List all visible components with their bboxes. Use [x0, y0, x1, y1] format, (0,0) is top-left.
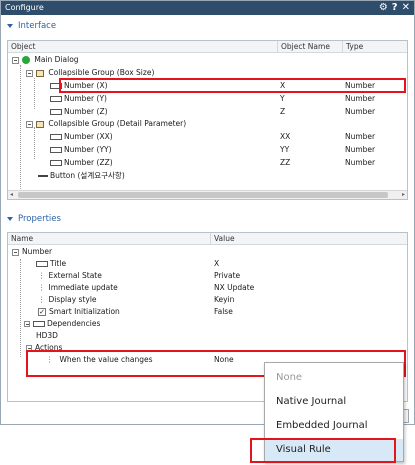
prop-row-external-state[interactable]: ⋮ External State Private [8, 270, 407, 282]
col-object[interactable]: Object [8, 41, 278, 53]
dropdown-option-none[interactable]: None [265, 367, 403, 389]
prop-row-immediate-update[interactable]: ⋮ Immediate update NX Update [8, 282, 407, 294]
tree-row-main-dialog[interactable]: Main Dialog [12, 54, 407, 66]
window-title: Configure [5, 3, 44, 12]
col-name[interactable]: Name [8, 233, 211, 245]
col-type[interactable]: Type [343, 41, 407, 53]
highlight-box-number-x [59, 78, 406, 93]
property-icon: ⋮ [38, 271, 46, 280]
help-icon[interactable]: ? [392, 1, 398, 15]
tree-row-number-z[interactable]: Number (Z) Z Number [8, 106, 407, 118]
scroll-right-icon[interactable]: ▸ [402, 191, 405, 198]
collapse-icon[interactable] [12, 248, 19, 256]
number-icon [36, 261, 48, 267]
interface-section-header[interactable]: Interface [7, 20, 56, 32]
group-icon [36, 120, 44, 128]
tree-row-button[interactable]: Button (설계요구사항) [8, 170, 407, 182]
properties-section-header[interactable]: Properties [7, 213, 61, 225]
dropdown-option-native-journal[interactable]: Native Journal [265, 391, 403, 413]
interface-tree[interactable]: Object Object Name Type Main Dialog Coll… [7, 40, 408, 200]
title-bar: Configure ⚙ ? ✕ [1, 1, 414, 15]
collapse-icon[interactable] [26, 69, 33, 77]
prop-row-display-style[interactable]: ⋮ Display style Keyin [8, 294, 407, 306]
number-icon [50, 134, 62, 140]
dependency-icon [33, 321, 45, 327]
collapse-triangle-icon [7, 217, 13, 221]
number-icon [50, 160, 62, 166]
dialog-icon [22, 56, 30, 64]
tree-row-number-yy[interactable]: Number (YY) YY Number [8, 144, 407, 156]
number-icon [50, 109, 62, 115]
checkbox-icon[interactable]: ✓ [38, 308, 46, 316]
highlight-box-visual-rule [250, 438, 396, 463]
number-icon [50, 147, 62, 153]
tree-row-group-detail[interactable]: Collapsible Group (Detail Parameter) [26, 118, 407, 130]
collapse-triangle-icon [7, 24, 13, 28]
collapse-icon[interactable] [26, 120, 33, 128]
col-value[interactable]: Value [211, 233, 407, 245]
tree-row-number-y[interactable]: Number (Y) Y Number [8, 93, 407, 105]
gear-icon[interactable]: ⚙ [379, 1, 388, 15]
scroll-left-icon[interactable]: ◂ [10, 191, 13, 198]
button-icon [38, 175, 48, 177]
close-icon[interactable]: ✕ [402, 1, 410, 15]
prop-row-dependencies[interactable]: Dependencies [8, 318, 407, 330]
property-icon: ⋮ [38, 283, 46, 292]
prop-row-hd3d[interactable]: HD3D [8, 330, 407, 342]
prop-row-number[interactable]: Number [12, 246, 407, 258]
collapse-icon[interactable] [12, 56, 19, 64]
number-icon [50, 96, 62, 102]
col-object-name[interactable]: Object Name [278, 41, 343, 53]
properties-heading: Properties [18, 214, 61, 224]
group-icon [36, 69, 44, 77]
scroll-thumb[interactable] [18, 192, 388, 198]
dropdown-option-embedded-journal[interactable]: Embedded Journal [265, 415, 403, 437]
horizontal-scrollbar[interactable]: ◂ ▸ [8, 190, 407, 199]
tree-row-number-xx[interactable]: Number (XX) XX Number [8, 131, 407, 143]
interface-heading: Interface [18, 21, 57, 31]
prop-row-title[interactable]: Title X [8, 258, 407, 270]
expand-icon[interactable] [24, 321, 30, 327]
tree-row-number-zz[interactable]: Number (ZZ) ZZ Number [8, 157, 407, 169]
property-icon: ⋮ [38, 295, 46, 304]
prop-row-smart-init[interactable]: ✓ Smart Initialization False [8, 306, 407, 318]
